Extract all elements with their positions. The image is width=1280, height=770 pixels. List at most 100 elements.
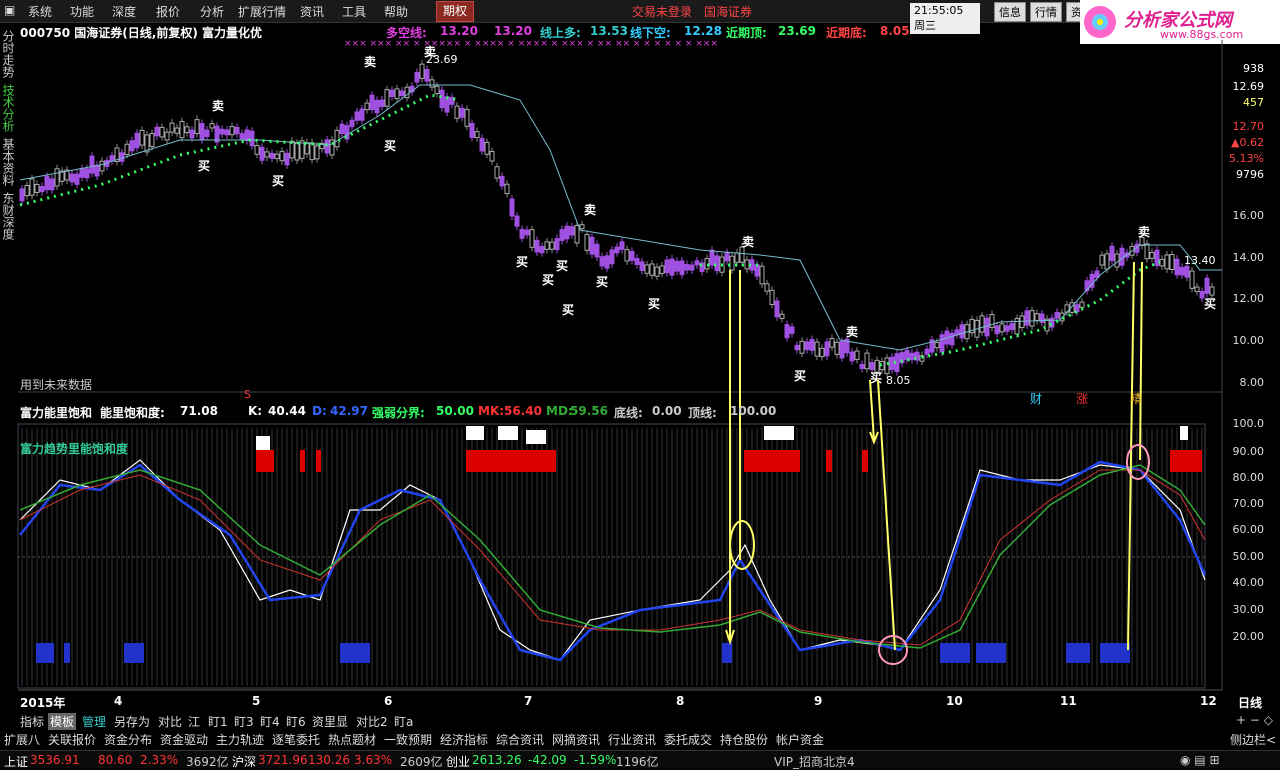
- func-guanlian[interactable]: 关联报价: [48, 731, 96, 748]
- func-zhuliguiji[interactable]: 主力轨迹: [216, 731, 264, 748]
- candle: [614, 246, 620, 254]
- candle: [694, 260, 700, 266]
- tab-zilixian[interactable]: 资里显: [312, 713, 348, 730]
- sell-signal: 卖: [1138, 224, 1150, 239]
- candle: [1104, 253, 1110, 270]
- candle: [1189, 270, 1195, 289]
- sh-pct: 2.33%: [140, 753, 179, 767]
- buy-signal: 买: [272, 174, 284, 188]
- candle: [349, 119, 355, 128]
- candle: [779, 313, 785, 319]
- candle: [1004, 325, 1010, 332]
- tab-ding4[interactable]: 盯4: [260, 713, 280, 730]
- candle: [334, 129, 340, 148]
- panel-volume: 938: [1243, 62, 1264, 75]
- candle: [424, 69, 430, 82]
- func-wangzhai[interactable]: 网摘资讯: [552, 731, 600, 748]
- func-jingji[interactable]: 经济指标: [440, 731, 488, 748]
- candle: [584, 234, 590, 251]
- ind-white-block: [526, 430, 546, 444]
- ind-blue-block: [940, 643, 970, 663]
- candle: [264, 151, 270, 158]
- y-tick-14: 14.00: [1232, 251, 1265, 264]
- x-label-2015: 2015年: [20, 696, 66, 710]
- candle: [689, 264, 695, 271]
- func-zijinqudong[interactable]: 资金驱动: [160, 731, 208, 748]
- candle: [909, 352, 915, 361]
- tab-jiang[interactable]: 江: [188, 713, 200, 730]
- y-tick-10: 10.00: [1232, 334, 1265, 347]
- candle: [714, 255, 720, 272]
- candle: [414, 72, 420, 83]
- func-sidebar-toggle[interactable]: 侧边栏<: [1230, 731, 1276, 748]
- k-value: 40.44: [268, 404, 306, 418]
- tab-ding6[interactable]: 盯6: [286, 713, 306, 730]
- candle: [649, 263, 655, 276]
- sh-change: 80.60: [98, 753, 133, 767]
- buy-signal: 买: [542, 273, 554, 287]
- candle: [279, 150, 285, 162]
- candle: [654, 266, 660, 277]
- candle: [54, 168, 60, 187]
- indicator-name[interactable]: 富力能里饱和: [20, 404, 92, 421]
- ind-red-block: [862, 450, 868, 472]
- ind-tick-60: 60.00: [1232, 523, 1265, 536]
- zoom-controls[interactable]: + − ◇: [1236, 713, 1273, 727]
- candle: [494, 166, 500, 179]
- candle: [784, 324, 790, 339]
- tab-manage[interactable]: 管理: [82, 713, 106, 730]
- tab-ding3[interactable]: 盯3: [234, 713, 254, 730]
- func-hangye[interactable]: 行业资讯: [608, 731, 656, 748]
- tab-compare[interactable]: 对比: [158, 713, 182, 730]
- sell-signal: 卖: [742, 234, 754, 249]
- chart-canvas[interactable]: 卖卖卖卖卖卖卖买买买买买买买买 买买 买买××× ××× ×× × ××××× × …: [0, 0, 1280, 768]
- ind-white-block: [466, 426, 484, 440]
- candle: [124, 143, 130, 155]
- candle: [1164, 254, 1170, 270]
- candle: [1169, 254, 1175, 270]
- candle: [744, 259, 750, 270]
- candle: [84, 168, 90, 179]
- func-zhanghu[interactable]: 帐户资金: [776, 731, 824, 748]
- candle: [254, 145, 260, 155]
- func-zonghe[interactable]: 综合资讯: [496, 731, 544, 748]
- candle: [164, 131, 170, 141]
- candle: [499, 175, 505, 187]
- ind-tick-40: 40.00: [1232, 576, 1265, 589]
- func-redian[interactable]: 热点题材: [328, 731, 376, 748]
- tab-save-as[interactable]: 另存为: [114, 713, 150, 730]
- tab-ding1[interactable]: 盯1: [208, 713, 228, 730]
- func-chicang[interactable]: 持仓股份: [720, 731, 768, 748]
- candle: [369, 94, 375, 111]
- candle: [149, 132, 155, 147]
- period-label[interactable]: 日线: [1238, 694, 1262, 711]
- buy-signal: 买: [384, 139, 396, 153]
- candle: [229, 126, 235, 136]
- func-zijinfenbu[interactable]: 资金分布: [104, 731, 152, 748]
- candle: [239, 133, 245, 140]
- status-bar: 上证 3536.91 80.60 2.33% 3692亿 沪深 3721.96 …: [0, 750, 1280, 769]
- k-label: K:: [248, 404, 263, 418]
- candle: [1099, 254, 1105, 266]
- candle: [979, 315, 985, 333]
- tab-indicator[interactable]: 指标: [20, 713, 44, 730]
- sh-label: 上证: [4, 755, 29, 769]
- candle: [559, 229, 565, 241]
- tab-template[interactable]: 模板: [48, 713, 77, 730]
- func-weituo[interactable]: 委托成交: [664, 731, 712, 748]
- candle: [514, 215, 520, 227]
- func-yizhi[interactable]: 一致预期: [384, 731, 432, 748]
- x-label-7: 7: [524, 694, 533, 708]
- candle: [549, 241, 555, 250]
- candle: [684, 264, 690, 271]
- status-icons[interactable]: ◉ ▤ ⊞: [1180, 753, 1220, 767]
- tab-dinga[interactable]: 盯a: [394, 713, 413, 730]
- func-zhubiweituo[interactable]: 逐笔委托: [272, 731, 320, 748]
- tab-compare2[interactable]: 对比2: [356, 713, 388, 730]
- candle: [479, 137, 485, 152]
- cy-label: 创业: [446, 755, 471, 769]
- candle: [294, 142, 300, 161]
- candle: [679, 260, 685, 276]
- func-kuozhan[interactable]: 扩展八: [4, 731, 40, 748]
- candle: [834, 341, 840, 355]
